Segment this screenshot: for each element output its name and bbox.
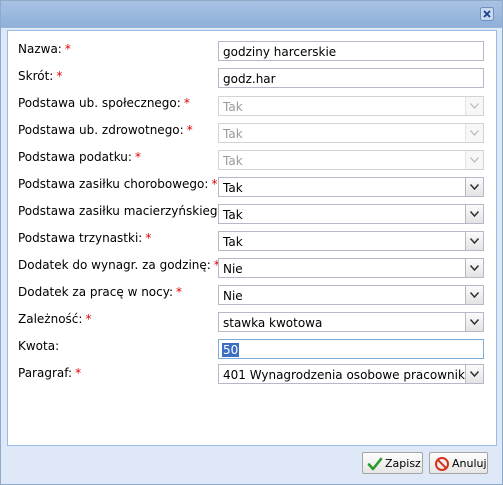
zasilek-chor-value: Tak bbox=[223, 181, 243, 195]
row-zaleznosc: Zależność: * stawka kwotowa bbox=[8, 310, 496, 332]
kwota-value: 50 bbox=[222, 343, 240, 357]
cancel-label: Anuluj bbox=[452, 457, 487, 470]
row-dodatek-noc: Dodatek za pracę w nocy: * Nie bbox=[8, 283, 496, 305]
podstawa-podatku-label: Podstawa podatku: * bbox=[18, 150, 141, 164]
required-marker: * bbox=[85, 312, 92, 326]
podstawa-zdrow-value: Tak bbox=[223, 127, 243, 141]
edit-dialog: Nazwa: * godziny harcerskie Skrót: * godz.… bbox=[0, 0, 503, 485]
save-label: Zapisz bbox=[385, 457, 421, 470]
chevron-down-icon[interactable] bbox=[465, 205, 483, 223]
kwota-input[interactable]: 50 bbox=[218, 339, 484, 359]
save-button[interactable]: Zapisz bbox=[362, 452, 423, 474]
nazwa-input[interactable]: godziny harcerskie bbox=[218, 41, 484, 61]
close-icon[interactable] bbox=[480, 7, 494, 21]
dodatek-noc-value: Nie bbox=[223, 289, 243, 303]
podstawa-zdrow-select: Tak bbox=[218, 123, 484, 143]
podstawa-podatku-value: Tak bbox=[223, 154, 243, 168]
required-marker: * bbox=[134, 150, 141, 164]
dodatek-noc-label: Dodatek za pracę w nocy: * bbox=[18, 285, 183, 299]
podstawa-spol-select: Tak bbox=[218, 96, 484, 116]
skrot-input[interactable]: godz.har bbox=[218, 68, 484, 88]
chevron-down-icon bbox=[465, 97, 483, 115]
row-skrot: Skrót: * godz.har bbox=[8, 67, 496, 89]
podstawa-podatku-select: Tak bbox=[218, 150, 484, 170]
trzynastki-select[interactable]: Tak bbox=[218, 231, 484, 251]
zasilek-mac-select[interactable]: Tak bbox=[218, 204, 484, 224]
podstawa-spol-value: Tak bbox=[223, 100, 243, 114]
podstawa-zdrow-label: Podstawa ub. zdrowotnego: * bbox=[18, 123, 193, 137]
paragraf-value: 401 Wynagrodzenia osobowe pracowników bbox=[223, 368, 482, 382]
chevron-down-icon[interactable] bbox=[465, 365, 483, 383]
required-marker: * bbox=[183, 96, 190, 110]
cancel-button[interactable]: Anuluj bbox=[429, 452, 488, 474]
required-marker: * bbox=[75, 366, 82, 380]
row-podstawa-podatku: Podstawa podatku: * Tak bbox=[8, 148, 496, 170]
row-dodatek-godz: Dodatek do wynagr. za godzinę: * Nie bbox=[8, 256, 496, 278]
nazwa-label: Nazwa: * bbox=[18, 42, 71, 56]
dialog-footer: Zapisz Anuluj bbox=[1, 445, 502, 484]
zaleznosc-label: Zależność: * bbox=[18, 312, 92, 326]
skrot-label: Skrót: * bbox=[18, 69, 63, 83]
podstawa-spol-label: Podstawa ub. społecznego: * bbox=[18, 96, 190, 110]
row-nazwa: Nazwa: * godziny harcerskie bbox=[8, 40, 496, 62]
required-marker: * bbox=[176, 285, 183, 299]
required-marker: * bbox=[211, 177, 218, 191]
nazwa-value: godziny harcerskie bbox=[223, 45, 337, 59]
paragraf-select[interactable]: 401 Wynagrodzenia osobowe pracowników bbox=[218, 364, 484, 384]
row-trzynastki: Podstawa trzynastki: * Tak bbox=[8, 229, 496, 251]
form-panel: Nazwa: * godziny harcerskie Skrót: * godz.… bbox=[7, 30, 497, 446]
row-paragraf: Paragraf: * 401 Wynagrodzenia osobowe pra… bbox=[8, 364, 496, 386]
chevron-down-icon[interactable] bbox=[465, 232, 483, 250]
dodatek-godz-value: Nie bbox=[223, 262, 243, 276]
chevron-down-icon[interactable] bbox=[465, 178, 483, 196]
zasilek-chor-label: Podstawa zasiłku chorobowego: * bbox=[18, 177, 218, 191]
zaleznosc-value: stawka kwotowa bbox=[223, 316, 323, 330]
zasilek-chor-select[interactable]: Tak bbox=[218, 177, 484, 197]
chevron-down-icon bbox=[465, 124, 483, 142]
row-zasilek-mac: Podstawa zasiłku macierzyńskiego:* Tak bbox=[8, 202, 496, 224]
required-marker: * bbox=[145, 231, 152, 245]
chevron-down-icon[interactable] bbox=[465, 259, 483, 277]
skrot-value: godz.har bbox=[223, 72, 276, 86]
row-kwota: Kwota: 50 bbox=[8, 337, 496, 359]
required-marker: * bbox=[64, 42, 71, 56]
row-podstawa-zdrow: Podstawa ub. zdrowotnego: * Tak bbox=[8, 121, 496, 143]
trzynastki-value: Tak bbox=[223, 235, 243, 249]
cancel-icon bbox=[434, 456, 450, 472]
chevron-down-icon[interactable] bbox=[465, 313, 483, 331]
kwota-value-wrap: 50 bbox=[222, 343, 240, 357]
dodatek-godz-select[interactable]: Nie bbox=[218, 258, 484, 278]
zasilek-mac-label: Podstawa zasiłku macierzyńskiego:* bbox=[18, 204, 238, 218]
chevron-down-icon bbox=[465, 151, 483, 169]
paragraf-label: Paragraf: * bbox=[18, 366, 82, 380]
kwota-label: Kwota: bbox=[18, 339, 60, 353]
required-marker: * bbox=[56, 69, 63, 83]
dodatek-godz-label: Dodatek do wynagr. za godzinę: * bbox=[18, 258, 220, 272]
zaleznosc-select[interactable]: stawka kwotowa bbox=[218, 312, 484, 332]
required-marker: * bbox=[186, 123, 193, 137]
chevron-down-icon[interactable] bbox=[465, 286, 483, 304]
row-zasilek-chor: Podstawa zasiłku chorobowego: * Tak bbox=[8, 175, 496, 197]
checkmark-icon bbox=[367, 456, 383, 472]
zasilek-mac-value: Tak bbox=[223, 208, 243, 222]
dialog-titlebar[interactable] bbox=[1, 1, 502, 28]
row-podstawa-spol: Podstawa ub. społecznego: * Tak bbox=[8, 94, 496, 116]
trzynastki-label: Podstawa trzynastki: * bbox=[18, 231, 152, 245]
dodatek-noc-select[interactable]: Nie bbox=[218, 285, 484, 305]
